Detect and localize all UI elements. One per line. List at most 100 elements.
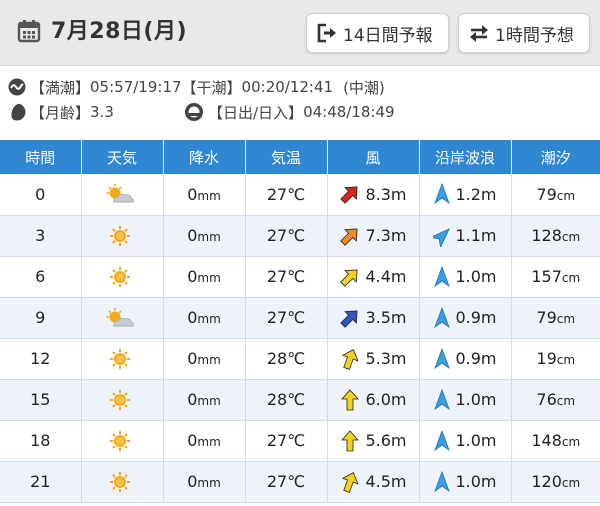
precipitation-cell: 0mm xyxy=(163,461,246,503)
temperature-cell: 27℃ xyxy=(245,174,328,216)
swap-arrows-icon xyxy=(470,25,488,42)
low-tide-times: 00:20/12:41 xyxy=(241,78,334,96)
header-weather: 天気 xyxy=(81,140,164,174)
tide-cell: 79cm xyxy=(511,174,600,216)
hour-cell: 12 xyxy=(0,338,82,380)
1-hour-forecast-button[interactable]: 1時間予想 xyxy=(458,13,590,53)
weather-cell xyxy=(81,174,164,216)
weather-cell xyxy=(81,256,164,298)
sun-icon xyxy=(110,430,130,451)
wind-arrow-icon xyxy=(340,310,358,328)
sun-icon xyxy=(110,389,130,410)
precipitation-cell: 0mm xyxy=(163,379,246,421)
wind-arrow-icon xyxy=(341,388,360,410)
sunrise-sunset-row: 【日出/日入】 04:48/18:49 xyxy=(184,101,395,123)
wave-cell: 1.0m xyxy=(419,420,512,462)
wave-direction-icon xyxy=(434,347,451,369)
table-row: 18 0mm 27℃ 5.6m 1.0m 148cm xyxy=(0,420,600,462)
wave-direction-icon xyxy=(434,470,451,492)
hour-cell: 0 xyxy=(0,174,82,216)
weather-cell xyxy=(81,461,164,503)
weather-cell xyxy=(81,420,164,462)
wave-cell: 1.2m xyxy=(419,174,512,216)
tide-info-panel: 【満潮】 05:57/19:17 【干潮】 00:20/12:41 (中潮) 【… xyxy=(0,70,600,132)
weather-cell xyxy=(81,379,164,421)
page-title: 7月28日(月) xyxy=(51,19,188,44)
wave-cell: 0.9m xyxy=(419,338,512,380)
hourly-forecast-table: 時間 天気 降水 気温 風 沿岸波浪 潮汐 0 0mm 27℃ 8.3m 1.2m 79c… xyxy=(0,140,600,503)
temperature-cell: 27℃ xyxy=(245,215,328,257)
table-row: 6 0mm 27℃ 4.4m 1.0m 157cm xyxy=(0,256,600,298)
weather-cell xyxy=(81,297,164,339)
sun-icon xyxy=(110,471,130,492)
hour-cell: 18 xyxy=(0,420,82,462)
temperature-cell: 27℃ xyxy=(245,297,328,339)
wind-cell: 4.5m xyxy=(327,461,420,503)
wave-direction-icon xyxy=(434,429,451,451)
calendar-icon xyxy=(17,20,41,43)
sun-cloud-icon xyxy=(106,184,134,203)
wave-cell: 0.9m xyxy=(419,297,512,339)
table-header-row: 時間 天気 降水 気温 風 沿岸波浪 潮汐 xyxy=(0,140,600,174)
wind-arrow-icon xyxy=(342,471,360,493)
wave-direction-icon xyxy=(434,265,451,287)
wind-arrow-icon xyxy=(342,348,360,370)
sun-times: 04:48/18:49 xyxy=(303,103,395,121)
header-coastal-waves: 沿岸波浪 xyxy=(419,140,512,174)
moon-age-row: 【月齢】 3.3 xyxy=(8,101,114,123)
wave-direction-icon xyxy=(434,388,451,410)
sun-icon xyxy=(110,266,130,287)
tide-cell: 19cm xyxy=(511,338,600,380)
tide-times-row: 【満潮】 05:57/19:17 【干潮】 00:20/12:41 (中潮) xyxy=(8,76,385,98)
exit-arrow-icon xyxy=(317,23,336,43)
temperature-cell: 27℃ xyxy=(245,420,328,462)
header-temperature: 気温 xyxy=(245,140,328,174)
hour-cell: 6 xyxy=(0,256,82,298)
precipitation-cell: 0mm xyxy=(163,256,246,298)
table-row: 9 0mm 27℃ 3.5m 0.9m 79cm xyxy=(0,297,600,339)
hour-cell: 3 xyxy=(0,215,82,257)
precipitation-cell: 0mm xyxy=(163,215,246,257)
table-row: 0 0mm 27℃ 8.3m 1.2m 79cm xyxy=(0,174,600,216)
wind-cell: 5.3m xyxy=(327,338,420,380)
table-row: 15 0mm 28℃ 6.0m 1.0m 76cm xyxy=(0,379,600,421)
wind-cell: 6.0m xyxy=(327,379,420,421)
tide-cell: 128cm xyxy=(511,215,600,257)
temperature-cell: 28℃ xyxy=(245,379,328,421)
wave-cell: 1.0m xyxy=(419,379,512,421)
wind-arrow-icon xyxy=(340,228,358,246)
hour-cell: 15 xyxy=(0,379,82,421)
wind-arrow-icon xyxy=(340,269,358,287)
tide-cell: 79cm xyxy=(511,297,600,339)
sunrise-icon xyxy=(185,103,203,121)
table-row: 3 0mm 27℃ 7.3m 1.1m 128cm xyxy=(0,215,600,257)
hour-cell: 9 xyxy=(0,297,82,339)
temperature-cell: 27℃ xyxy=(245,461,328,503)
temperature-cell: 28℃ xyxy=(245,338,328,380)
precipitation-cell: 0mm xyxy=(163,174,246,216)
wave-cell: 1.0m xyxy=(419,256,512,298)
header-time: 時間 xyxy=(0,140,82,174)
temperature-cell: 27℃ xyxy=(245,256,328,298)
weather-cell xyxy=(81,338,164,380)
tide-cell: 148cm xyxy=(511,420,600,462)
wave-direction-icon xyxy=(434,306,451,328)
hour-cell: 21 xyxy=(0,461,82,503)
wind-cell: 5.6m xyxy=(327,420,420,462)
14-day-forecast-label: 14日間予報 xyxy=(343,25,433,46)
wind-cell: 4.4m xyxy=(327,256,420,298)
wind-cell: 3.5m xyxy=(327,297,420,339)
precipitation-cell: 0mm xyxy=(163,420,246,462)
high-tide-times: 05:57/19:17 xyxy=(90,78,182,96)
wave-cell: 1.0m xyxy=(419,461,512,503)
wind-arrow-icon xyxy=(341,429,360,451)
wave-direction-icon xyxy=(434,183,451,205)
moon-age-value: 3.3 xyxy=(90,103,114,121)
14-day-forecast-button[interactable]: 14日間予報 xyxy=(306,13,449,53)
precipitation-cell: 0mm xyxy=(163,338,246,380)
tide-cell: 120cm xyxy=(511,461,600,503)
wave-cell: 1.1m xyxy=(419,215,512,257)
wave-direction-icon xyxy=(433,227,451,247)
precipitation-cell: 0mm xyxy=(163,297,246,339)
wind-cell: 8.3m xyxy=(327,174,420,216)
